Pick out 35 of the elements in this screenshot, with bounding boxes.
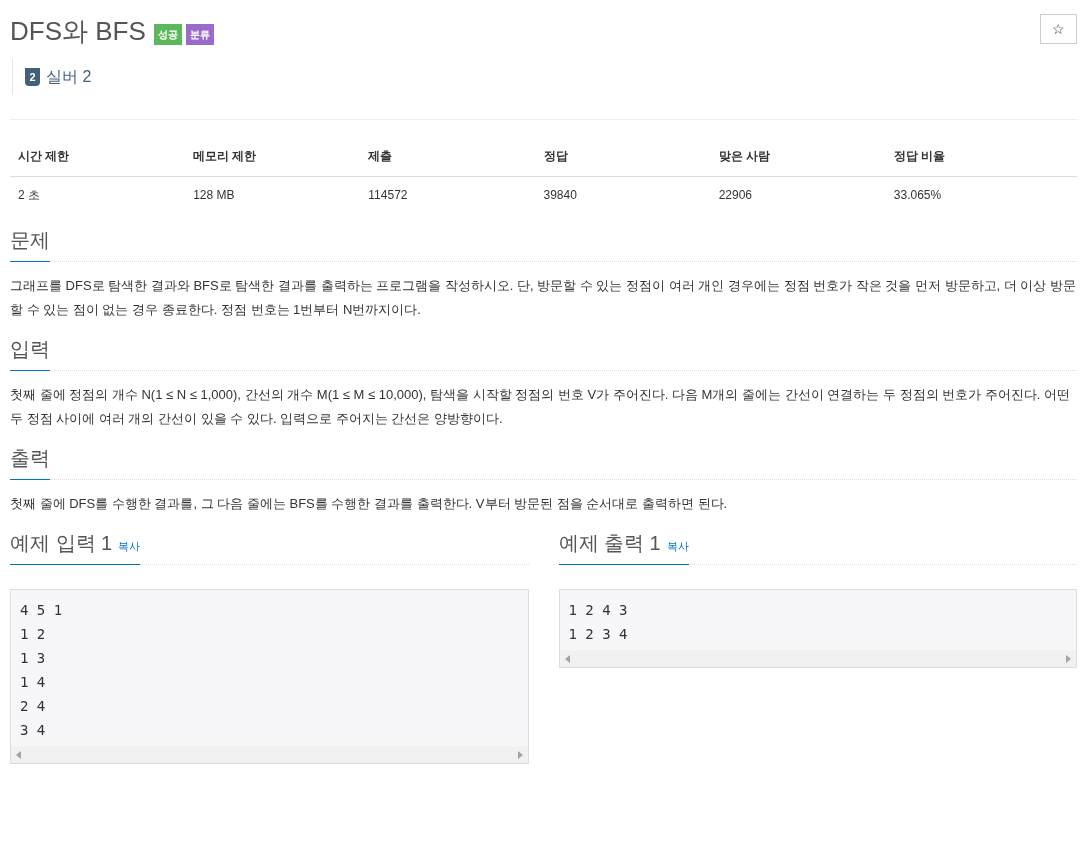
section-heading: 출력 xyxy=(10,443,50,480)
table-cell-text: 39840 xyxy=(543,187,577,204)
scroll-right-icon[interactable] xyxy=(1066,654,1071,663)
copy-link[interactable]: 복사 xyxy=(118,538,141,555)
sample-code: 4 5 1 1 2 1 3 1 4 2 4 3 4 xyxy=(19,601,64,740)
status-label[interactable]: 분류 xyxy=(185,24,214,45)
sample-heading: 예제 출력 1 xyxy=(558,531,661,556)
table-cell-text: 22906 xyxy=(718,187,753,204)
section-text: 첫째 줄에 정점의 개수 N(1 ≤ N ≤ 1,000), 간선의 개수 M(1 ≤ M ≤ 10,000), 탐색을 시작할 정점의 번호 V가 주어진다. 다음 M개의 줄에는 간선이 연결하는 두 정점의 번호가 주어진다. 어떤 두 정점 사이에 여러 개의 간선이 있을 수 있다. 입력으로 주어지는 간선은 양방향이다. xyxy=(10,386,1071,428)
column-header: 시간 제한 xyxy=(18,148,70,165)
copy-link[interactable]: 복사 xyxy=(666,538,689,555)
scroll-right-icon[interactable] xyxy=(517,750,523,759)
column-header: 정답 비율 xyxy=(893,148,946,165)
horizontal-scrollbar[interactable] xyxy=(559,650,1076,667)
column-header: 메모리 제한 xyxy=(193,148,257,165)
table-cell-text: 2 초 xyxy=(18,187,40,204)
section-text: 그래프를 DFS로 탐색한 결과와 BFS로 탐색한 결과를 출력하는 프로그램을 작성하시오. 단, 방문할 수 있는 정점이 여러 개인 경우에는 정점 번호가 작은 것을 먼저 방문하고, 더 이상 방문할 수 있는 점이 없는 경우 종료한다. 정점 번호는 1번부터 N번까지이다. xyxy=(10,277,1077,319)
sample-code: 1 2 4 3 1 2 3 4 xyxy=(567,601,629,644)
tier-label: 실버 2 xyxy=(46,67,92,87)
horizontal-scrollbar[interactable] xyxy=(11,746,528,763)
scroll-left-icon[interactable] xyxy=(16,750,21,759)
table-cell-text: 114572 xyxy=(368,187,408,204)
problem-title: DFS와 BFS xyxy=(10,15,146,48)
section-heading: 문제 xyxy=(10,225,50,262)
column-header: 정답 xyxy=(543,148,568,165)
table-cell-text: 33.065% xyxy=(893,187,942,204)
column-header: 맞은 사람 xyxy=(718,148,770,165)
scroll-left-icon[interactable] xyxy=(564,654,570,663)
sample-heading: 예제 입력 1 xyxy=(10,531,113,556)
tier-badge: 2 xyxy=(25,68,40,86)
section-heading: 입력 xyxy=(10,334,50,371)
favorite-button[interactable]: ☆ xyxy=(1040,14,1077,44)
column-header: 제출 xyxy=(368,148,393,165)
table-cell-text: 128 MB xyxy=(193,187,235,204)
section-text: 첫째 줄에 DFS를 수행한 결과를, 그 다음 줄에는 BFS를 수행한 결과를 출력한다. V부터 방문된 점을 순서대로 출력하면 된다. xyxy=(10,495,729,513)
